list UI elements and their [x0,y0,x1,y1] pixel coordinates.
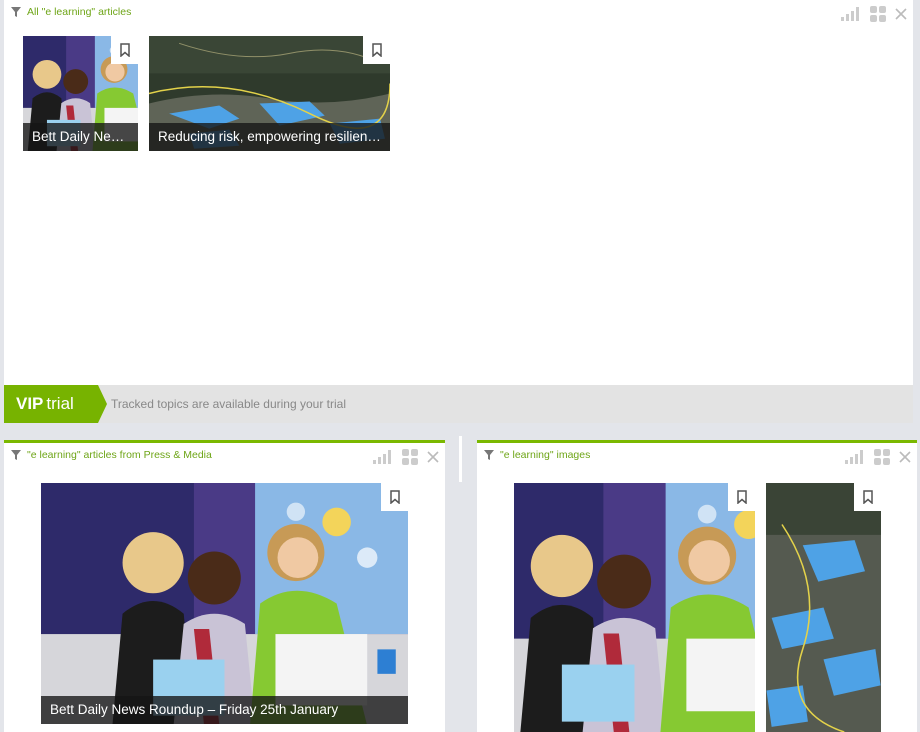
vip-badge-arrow [98,385,107,423]
vip-badge-text: trial [46,394,74,413]
signal-bars-icon[interactable] [845,450,865,464]
panel-divider[interactable] [459,436,462,482]
panel-tools [845,449,911,465]
all-articles-panel: All "e learning" articles Bett Daily New… [4,0,913,385]
panel-tools [373,449,439,465]
bookmark-icon [120,43,130,57]
close-icon[interactable] [899,451,911,463]
bookmark-icon [372,43,382,57]
bookmark-icon [863,490,873,504]
image-card[interactable] [766,483,881,732]
gallery-image [514,483,755,732]
panel-title-label: All "e learning" articles [27,6,132,18]
panel-title: "e learning" articles from Press & Media [11,449,212,461]
gallery-image [766,483,881,732]
article-caption: Reducing risk, empowering resilienc... [149,123,390,151]
signal-bars-icon[interactable] [373,450,393,464]
grid-view-icon[interactable] [402,449,418,465]
panel-title: All "e learning" articles [11,6,131,18]
images-panel: "e learning" images [477,440,917,732]
bookmark-button[interactable] [111,36,138,64]
panel-title-label: "e learning" images [500,449,591,461]
bookmark-button[interactable] [381,483,408,511]
article-caption: Bett Daily News Roundup – Friday 25th Ja… [41,696,408,724]
panel-tools [841,6,907,22]
vip-message: Tracked topics are available during your… [111,397,347,411]
bookmark-icon [737,490,747,504]
panel-title-label: "e learning" articles from Press & Media [27,449,212,461]
article-card[interactable]: Bett Daily News... [23,36,138,151]
grid-view-icon[interactable] [870,6,886,22]
close-icon[interactable] [427,451,439,463]
bookmark-icon [390,490,400,504]
filter-icon[interactable] [11,7,21,17]
article-caption: Bett Daily News... [23,123,138,151]
article-card[interactable]: Reducing risk, empowering resilienc... [149,36,390,151]
vip-trial-banner: VIP trial Tracked topics are available du… [4,385,913,423]
bookmark-button[interactable] [854,483,881,511]
filter-icon[interactable] [11,450,21,460]
press-media-panel: "e learning" articles from Press & Media… [4,440,445,732]
bookmark-button[interactable] [363,36,390,64]
vip-badge-bold: VIP [16,394,44,413]
signal-bars-icon[interactable] [841,7,861,21]
filter-icon[interactable] [484,450,494,460]
close-icon[interactable] [895,8,907,20]
bookmark-button[interactable] [728,483,755,511]
image-card[interactable] [514,483,755,732]
panel-title: "e learning" images [484,449,590,461]
grid-view-icon[interactable] [874,449,890,465]
article-card[interactable]: Bett Daily News Roundup – Friday 25th Ja… [41,483,408,724]
vip-badge[interactable]: VIP trial [4,385,98,423]
article-image [41,483,408,724]
